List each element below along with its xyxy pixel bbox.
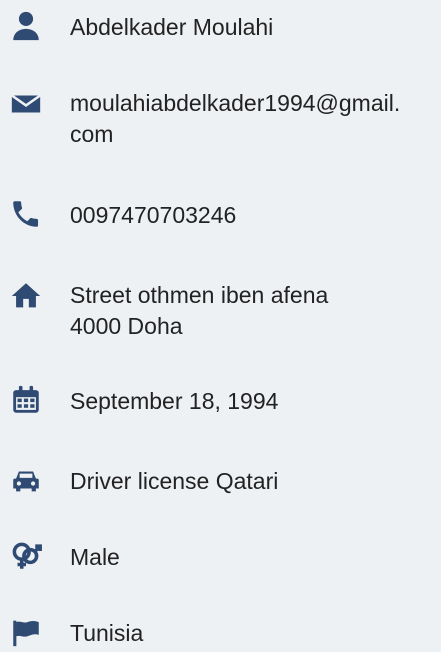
address-row: Street othmen iben afena 4000 Doha (0, 276, 441, 346)
nationality-text: Tunisia (70, 620, 144, 646)
phone-text: 0097470703246 (70, 202, 237, 228)
user-icon (6, 6, 46, 46)
license-row: Driver license Qatari (0, 460, 441, 504)
name-row: Abdelkader Moulahi (0, 6, 441, 50)
nationality-row: Tunisia (0, 612, 441, 652)
home-icon (6, 276, 46, 316)
email-text-line-2: com (70, 121, 114, 147)
email-text-line-1: moulahiabdelkader1994@gmail. (70, 90, 401, 116)
calendar-icon (6, 380, 46, 420)
email-row: moulahiabdelkader1994@gmail. com (0, 84, 441, 154)
envelope-icon (6, 84, 46, 124)
address-line-2: 4000 Doha (70, 313, 183, 339)
flag-icon (6, 612, 46, 652)
phone-row: 0097470703246 (0, 194, 441, 238)
gender-row: Male (0, 536, 441, 580)
address-line-1: Street othmen iben afena (70, 282, 329, 308)
phone-icon (6, 194, 46, 234)
email-text: moulahiabdelkader1994@gmail. com (70, 88, 430, 150)
full-name-text: Abdelkader Moulahi (70, 14, 274, 40)
gender-icon (6, 536, 46, 576)
license-text: Driver license Qatari (70, 468, 279, 494)
birthdate-text: September 18, 1994 (70, 388, 279, 414)
profile-details-list: Abdelkader Moulahi moulahiabdelkader1994… (0, 0, 441, 652)
gender-text: Male (70, 544, 120, 570)
birthdate-row: September 18, 1994 (0, 380, 441, 424)
address-text: Street othmen iben afena 4000 Doha (70, 280, 430, 342)
car-icon (6, 460, 46, 500)
